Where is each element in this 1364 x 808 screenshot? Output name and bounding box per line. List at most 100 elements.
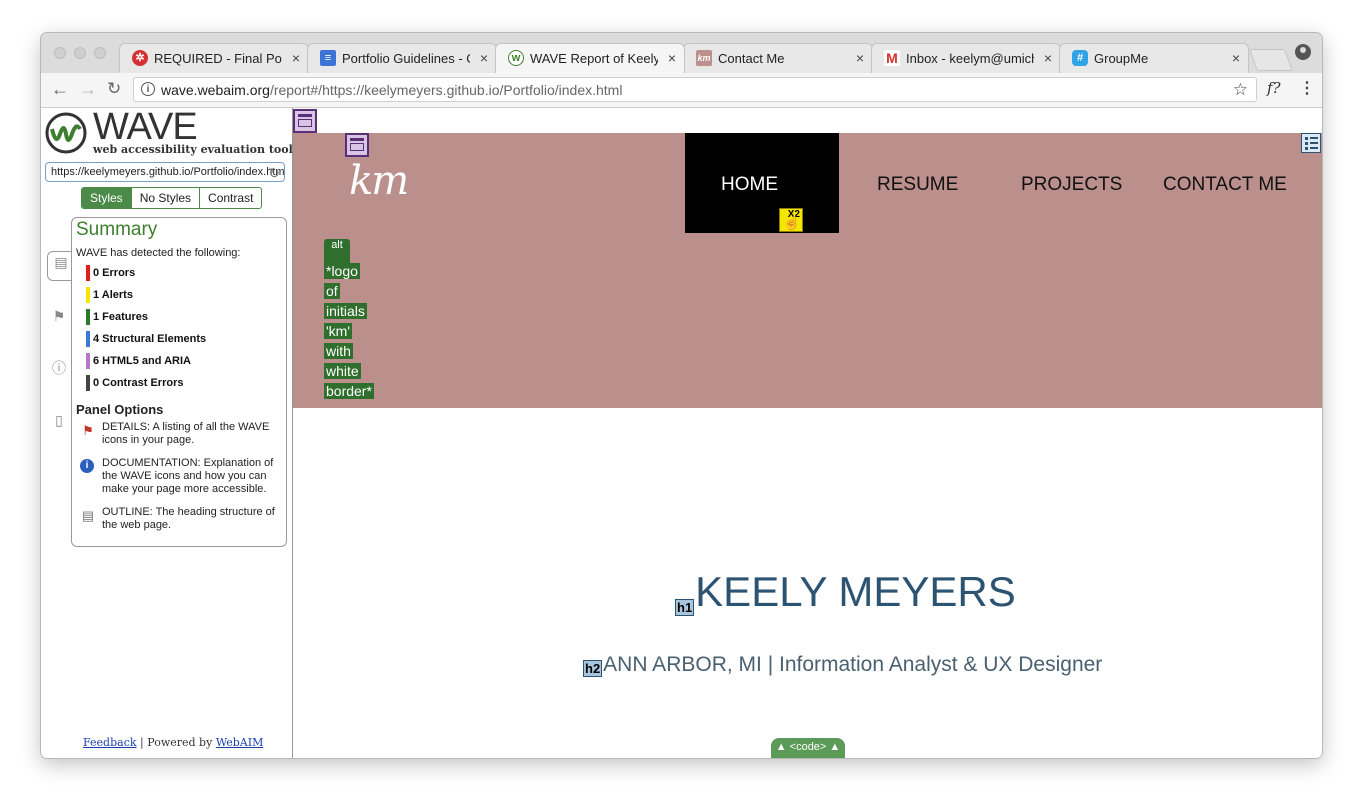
documentation-option-text: DOCUMENTATION: Explanation of the WAVE i… xyxy=(102,457,274,495)
forward-arrow-icon[interactable]: → xyxy=(79,79,97,100)
tab-required-final-portfolio[interactable]: ✲ REQUIRED - Final Portf × xyxy=(119,43,309,73)
alt-text-display: *logo of initials 'km' with white border… xyxy=(324,263,384,403)
summary-panel: Summary WAVE has detected the following:… xyxy=(71,217,287,547)
no-styles-button[interactable]: No Styles xyxy=(130,188,199,208)
close-icon[interactable]: × xyxy=(1232,50,1240,66)
unordered-list-icon[interactable] xyxy=(1301,133,1321,153)
back-arrow-icon[interactable]: ← xyxy=(51,79,69,100)
target-icon: ✲ xyxy=(132,50,148,66)
h1-tag-icon[interactable]: h1 xyxy=(675,599,695,616)
feedback-link[interactable]: Feedback xyxy=(83,736,137,749)
tab-portfolio-guidelines[interactable]: ≡ Portfolio Guidelines - G × xyxy=(307,43,497,73)
contrast-errors-count[interactable]: 0 Contrast Errors xyxy=(86,375,183,391)
close-icon[interactable]: × xyxy=(668,50,676,66)
summary-clipboard-icon[interactable]: ▤ xyxy=(47,251,74,281)
report-preview: km HOME RESUME PROJECTS CONTACT ME X2 ☝ a… xyxy=(293,108,1322,758)
tab-label: Inbox - keelym@umich. xyxy=(906,51,1034,66)
webaim-link[interactable]: WebAIM xyxy=(216,736,264,749)
extension-button[interactable]: f? xyxy=(1267,79,1281,97)
contrast-button[interactable]: Contrast xyxy=(199,188,261,208)
html5-aria-count[interactable]: 6 HTML5 and ARIA xyxy=(86,353,191,369)
close-window-button[interactable] xyxy=(54,47,66,59)
bookmark-star-icon[interactable]: ☆ xyxy=(1233,80,1248,100)
maximize-window-button[interactable] xyxy=(94,47,106,59)
minimize-window-button[interactable] xyxy=(74,47,86,59)
details-option-text: DETAILS: A listing of all the WAVE icons… xyxy=(102,421,270,446)
alt-label: alt xyxy=(331,239,343,251)
panel-options-title: Panel Options xyxy=(76,402,164,417)
features-label: 1 Features xyxy=(93,311,149,323)
close-icon[interactable]: × xyxy=(480,50,488,66)
features-count[interactable]: 1 Features xyxy=(86,309,148,325)
groupme-icon: # xyxy=(1072,50,1088,66)
wave-sidebar: WAVE web accessibility evaluation tool h… xyxy=(41,106,293,758)
site-logo[interactable]: km xyxy=(349,158,409,204)
nav-resume[interactable]: RESUME xyxy=(877,174,958,196)
features-bar xyxy=(86,309,90,325)
h2-tag-icon[interactable]: h2 xyxy=(583,660,603,677)
new-tab-button[interactable] xyxy=(1248,49,1294,71)
errors-label: 0 Errors xyxy=(93,267,136,279)
wave-url-input[interactable]: https://keelymeyers.github.io/Portfolio/… xyxy=(45,162,285,182)
structural-count[interactable]: 4 Structural Elements xyxy=(86,331,206,347)
info-icon[interactable]: i xyxy=(141,82,155,96)
gmail-icon: M xyxy=(884,50,900,66)
errors-count[interactable]: 0 Errors xyxy=(86,265,135,281)
html5-header-icon[interactable] xyxy=(345,133,369,157)
alerts-bar xyxy=(86,287,90,303)
alerts-label: 1 Alerts xyxy=(93,289,133,301)
info-icon: i xyxy=(80,459,94,473)
km-icon: km xyxy=(696,50,712,66)
close-icon[interactable]: × xyxy=(1044,50,1052,66)
html5-aria-label: 6 HTML5 and ARIA xyxy=(93,355,191,367)
tab-wave-report[interactable]: w WAVE Report of Keely M × xyxy=(495,43,685,73)
styles-button[interactable]: Styles xyxy=(82,188,131,208)
refresh-icon[interactable]: ↻ xyxy=(268,164,280,181)
structural-bar xyxy=(86,331,90,347)
docs-icon: ≡ xyxy=(320,50,336,66)
tab-groupme[interactable]: # GroupMe × xyxy=(1059,43,1249,73)
html5-region-icon[interactable] xyxy=(293,109,317,133)
details-option[interactable]: ⚑ DETAILS: A listing of all the WAVE ico… xyxy=(80,421,280,447)
url-bar[interactable]: i wave.webaim.org/report#/https://keelym… xyxy=(133,77,1257,102)
tab-contact-me[interactable]: km Contact Me × xyxy=(683,43,873,73)
nav-home[interactable]: HOME xyxy=(721,174,778,196)
page-subheading: h2 ANN ARBOR, MI | Information Analyst & … xyxy=(583,653,1102,677)
outline-option[interactable]: ▤ OUTLINE: The heading structure of the … xyxy=(80,506,280,532)
code-toggle-button[interactable]: ▲ <code> ▲ xyxy=(771,738,845,758)
wave-url-value: https://keelymeyers.github.io/Portfolio/… xyxy=(51,166,285,178)
summary-title: Summary xyxy=(76,219,158,240)
heading-text: KEELY MEYERS xyxy=(695,568,1016,615)
structural-label: 4 Structural Elements xyxy=(93,333,207,345)
details-flag-icon[interactable]: ⚑ xyxy=(49,306,69,326)
wave-logo-icon xyxy=(45,112,87,154)
tab-label: Portfolio Guidelines - G xyxy=(342,51,470,66)
subheading-text: ANN ARBOR, MI | Information Analyst & UX… xyxy=(603,653,1103,676)
nav-contact-me[interactable]: CONTACT ME xyxy=(1163,174,1287,196)
close-icon[interactable]: × xyxy=(292,50,300,66)
redundant-link-alert-icon[interactable]: X2 ☝ xyxy=(779,208,803,232)
tab-label: Contact Me xyxy=(718,51,785,66)
tab-inbox[interactable]: M Inbox - keelym@umich. × xyxy=(871,43,1061,73)
browser-window: ✲ REQUIRED - Final Portf × ≡ Portfolio G… xyxy=(41,33,1322,758)
alerts-count[interactable]: 1 Alerts xyxy=(86,287,133,303)
nav-projects[interactable]: PROJECTS xyxy=(1021,174,1122,196)
page-content: WAVE web accessibility evaluation tool h… xyxy=(41,106,1322,758)
footer-separator: | xyxy=(140,736,144,749)
wave-subtitle: web accessibility evaluation tool xyxy=(93,143,293,156)
documentation-option[interactable]: i DOCUMENTATION: Explanation of the WAVE… xyxy=(80,457,280,496)
contrast-errors-bar xyxy=(86,375,90,391)
profile-icon[interactable] xyxy=(1295,44,1311,60)
reload-icon[interactable]: ↻ xyxy=(107,79,121,99)
url-host: wave.webaim.org xyxy=(161,82,270,98)
errors-bar xyxy=(86,265,90,281)
alt-word: with xyxy=(324,343,353,359)
alt-text-feature-icon[interactable]: alt xyxy=(324,239,350,263)
menu-dots-icon[interactable]: ⋮ xyxy=(1299,78,1315,98)
tab-label: GroupMe xyxy=(1094,51,1149,66)
url-text: wave.webaim.org/report#/https://keelymey… xyxy=(161,82,622,98)
documentation-info-icon[interactable]: ⓘ xyxy=(49,358,69,378)
close-icon[interactable]: × xyxy=(856,50,864,66)
summary-description: WAVE has detected the following: xyxy=(76,247,241,259)
outline-document-icon[interactable]: ▯ xyxy=(49,410,69,430)
